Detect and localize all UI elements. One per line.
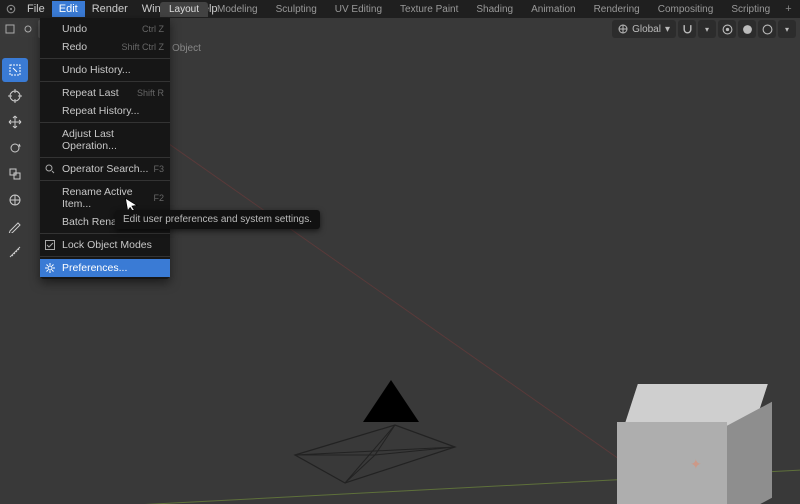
tab-uv-editing[interactable]: UV Editing xyxy=(326,2,391,17)
tab-compositing[interactable]: Compositing xyxy=(649,2,723,17)
tab-scripting[interactable]: Scripting xyxy=(722,2,779,17)
menu-item-label: Undo xyxy=(62,23,87,35)
checkbox-checked-icon xyxy=(44,239,56,251)
tab-modeling[interactable]: Modeling xyxy=(208,2,267,17)
move-icon xyxy=(8,115,22,129)
chevron-down-icon: ▾ xyxy=(665,24,670,35)
edit-menu-dropdown: Undo Ctrl Z Redo Shift Ctrl Z Undo Histo… xyxy=(40,18,170,279)
menu-item-undo[interactable]: Undo Ctrl Z xyxy=(40,20,170,38)
menu-separator xyxy=(40,180,170,181)
menu-item-repeat-last[interactable]: Repeat Last Shift R xyxy=(40,84,170,102)
shading-a-icon xyxy=(742,24,753,35)
menu-separator xyxy=(40,256,170,257)
menu-item-redo[interactable]: Redo Shift Ctrl Z xyxy=(40,38,170,56)
menu-item-rename-active[interactable]: Rename Active Item... F2 xyxy=(40,183,170,213)
menu-separator xyxy=(40,233,170,234)
workspace-tabs: Layout Modeling Sculpting UV Editing Tex… xyxy=(160,0,798,18)
tab-shading[interactable]: Shading xyxy=(467,2,522,17)
cursor-icon xyxy=(8,89,22,103)
tab-add-button[interactable]: + xyxy=(779,1,797,17)
header-right-controls: Global ▾ ▾ ▾ xyxy=(612,20,796,38)
menu-item-shortcut: F2 xyxy=(153,193,164,203)
search-icon xyxy=(44,163,56,175)
editor-type-icon[interactable] xyxy=(2,21,18,37)
measure-icon xyxy=(8,245,22,259)
gear-icon xyxy=(44,262,56,274)
menu-item-label: Undo History... xyxy=(62,64,131,76)
move-tool[interactable] xyxy=(2,110,28,134)
proportional-edit-toggle[interactable] xyxy=(718,20,736,38)
tool-column xyxy=(2,58,30,264)
menu-item-lock-object-modes[interactable]: Lock Object Modes xyxy=(40,236,170,254)
magnet-icon xyxy=(682,24,693,35)
menu-item-undo-history[interactable]: Undo History... xyxy=(40,61,170,79)
snap-toggle[interactable] xyxy=(678,20,696,38)
orientation-dropdown[interactable]: Global ▾ xyxy=(612,20,676,38)
menu-item-shortcut: F3 xyxy=(153,164,164,174)
menu-item-label: Repeat Last xyxy=(62,87,119,99)
menu-separator xyxy=(40,157,170,158)
orientation-label: Global xyxy=(632,24,661,35)
menu-item-shortcut: Shift R xyxy=(137,88,164,98)
mode-dropdown-icon[interactable] xyxy=(20,21,36,37)
chevron-down-icon: ▾ xyxy=(785,25,789,34)
rotate-icon xyxy=(8,141,22,155)
menu-item-operator-search[interactable]: Operator Search... F3 xyxy=(40,160,170,178)
menu-edit[interactable]: Edit xyxy=(52,1,85,17)
menu-file[interactable]: File xyxy=(20,1,52,17)
tab-layout[interactable]: Layout xyxy=(160,2,208,17)
tab-texture-paint[interactable]: Texture Paint xyxy=(391,2,467,17)
transform-icon xyxy=(8,193,22,207)
cube-face-front xyxy=(617,422,727,504)
menu-item-adjust-last-op[interactable]: Adjust Last Operation... xyxy=(40,125,170,155)
proportional-icon xyxy=(722,24,733,35)
context-label: Object xyxy=(172,43,201,54)
select-box-icon xyxy=(8,63,22,77)
annotate-tool[interactable] xyxy=(2,214,28,238)
cube-object[interactable]: ✦ xyxy=(620,384,770,504)
menu-separator xyxy=(40,81,170,82)
tab-sculpting[interactable]: Sculpting xyxy=(267,2,326,17)
overlay-dropdown[interactable]: ▾ xyxy=(778,20,796,38)
overlay-toggle-b[interactable] xyxy=(758,20,776,38)
select-box-tool[interactable] xyxy=(2,58,28,82)
menu-item-label: Rename Active Item... xyxy=(62,186,153,210)
menu-render[interactable]: Render xyxy=(85,1,135,17)
shading-b-icon xyxy=(762,24,773,35)
camera-up-indicator-icon xyxy=(363,380,419,422)
menu-item-label: Lock Object Modes xyxy=(62,239,152,251)
tab-animation[interactable]: Animation xyxy=(522,2,584,17)
menu-separator xyxy=(40,122,170,123)
menu-item-label: Preferences... xyxy=(62,262,127,274)
rotate-tool[interactable] xyxy=(2,136,28,160)
overlay-toggle-a[interactable] xyxy=(738,20,756,38)
tab-rendering[interactable]: Rendering xyxy=(585,2,649,17)
menu-item-preferences[interactable]: Preferences... xyxy=(40,259,170,277)
annotate-icon xyxy=(8,219,22,233)
scale-icon xyxy=(8,167,22,181)
object-origin-icon: ✦ xyxy=(690,456,702,473)
menu-item-label: Adjust Last Operation... xyxy=(62,128,164,152)
menu-separator xyxy=(40,58,170,59)
measure-tool[interactable] xyxy=(2,240,28,264)
menu-item-label: Redo xyxy=(62,41,87,53)
app-logo-icon xyxy=(4,2,18,16)
menu-item-shortcut: Ctrl Z xyxy=(142,24,164,34)
menu-item-label: Repeat History... xyxy=(62,105,139,117)
globe-icon xyxy=(618,24,628,34)
scale-tool[interactable] xyxy=(2,162,28,186)
cursor-tool[interactable] xyxy=(2,84,28,108)
transform-tool[interactable] xyxy=(2,188,28,212)
chevron-down-icon: ▾ xyxy=(705,25,709,34)
menu-item-shortcut: Shift Ctrl Z xyxy=(121,42,164,52)
camera-object[interactable] xyxy=(285,385,465,498)
snap-type-dropdown[interactable]: ▾ xyxy=(698,20,716,38)
menu-item-repeat-history[interactable]: Repeat History... xyxy=(40,102,170,120)
menu-item-label: Operator Search... xyxy=(62,163,148,175)
tooltip: Edit user preferences and system setting… xyxy=(115,210,320,229)
